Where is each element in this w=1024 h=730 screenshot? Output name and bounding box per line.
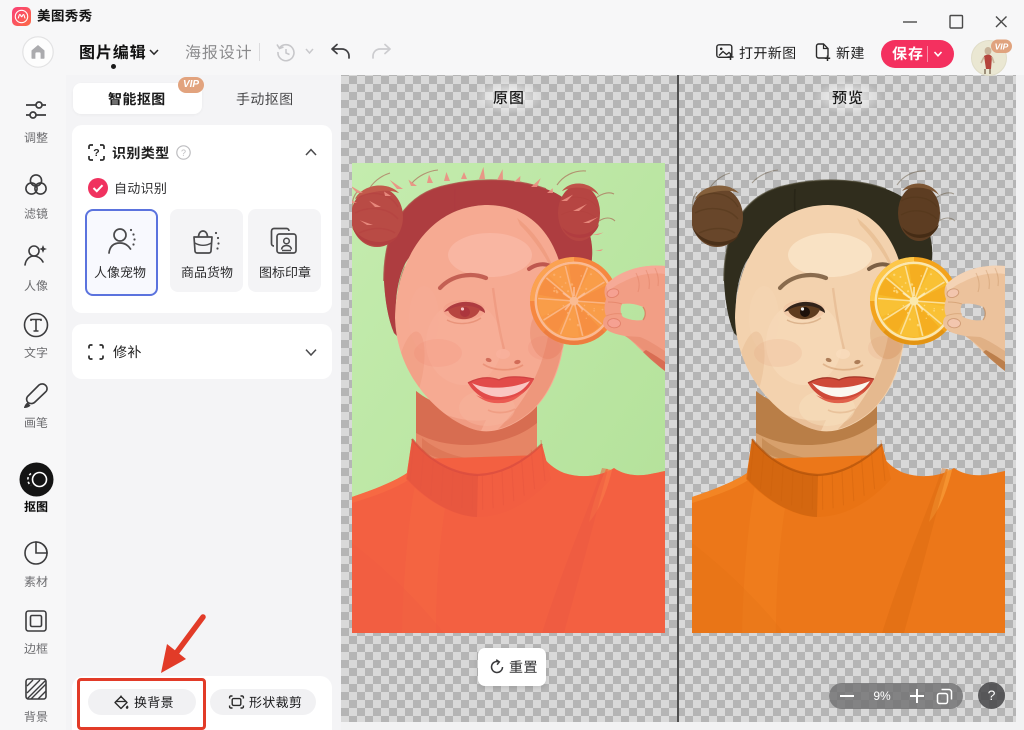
svg-text:VIP: VIP xyxy=(995,42,1009,52)
svg-text:?: ? xyxy=(93,147,99,159)
svg-text:?: ? xyxy=(181,148,186,158)
